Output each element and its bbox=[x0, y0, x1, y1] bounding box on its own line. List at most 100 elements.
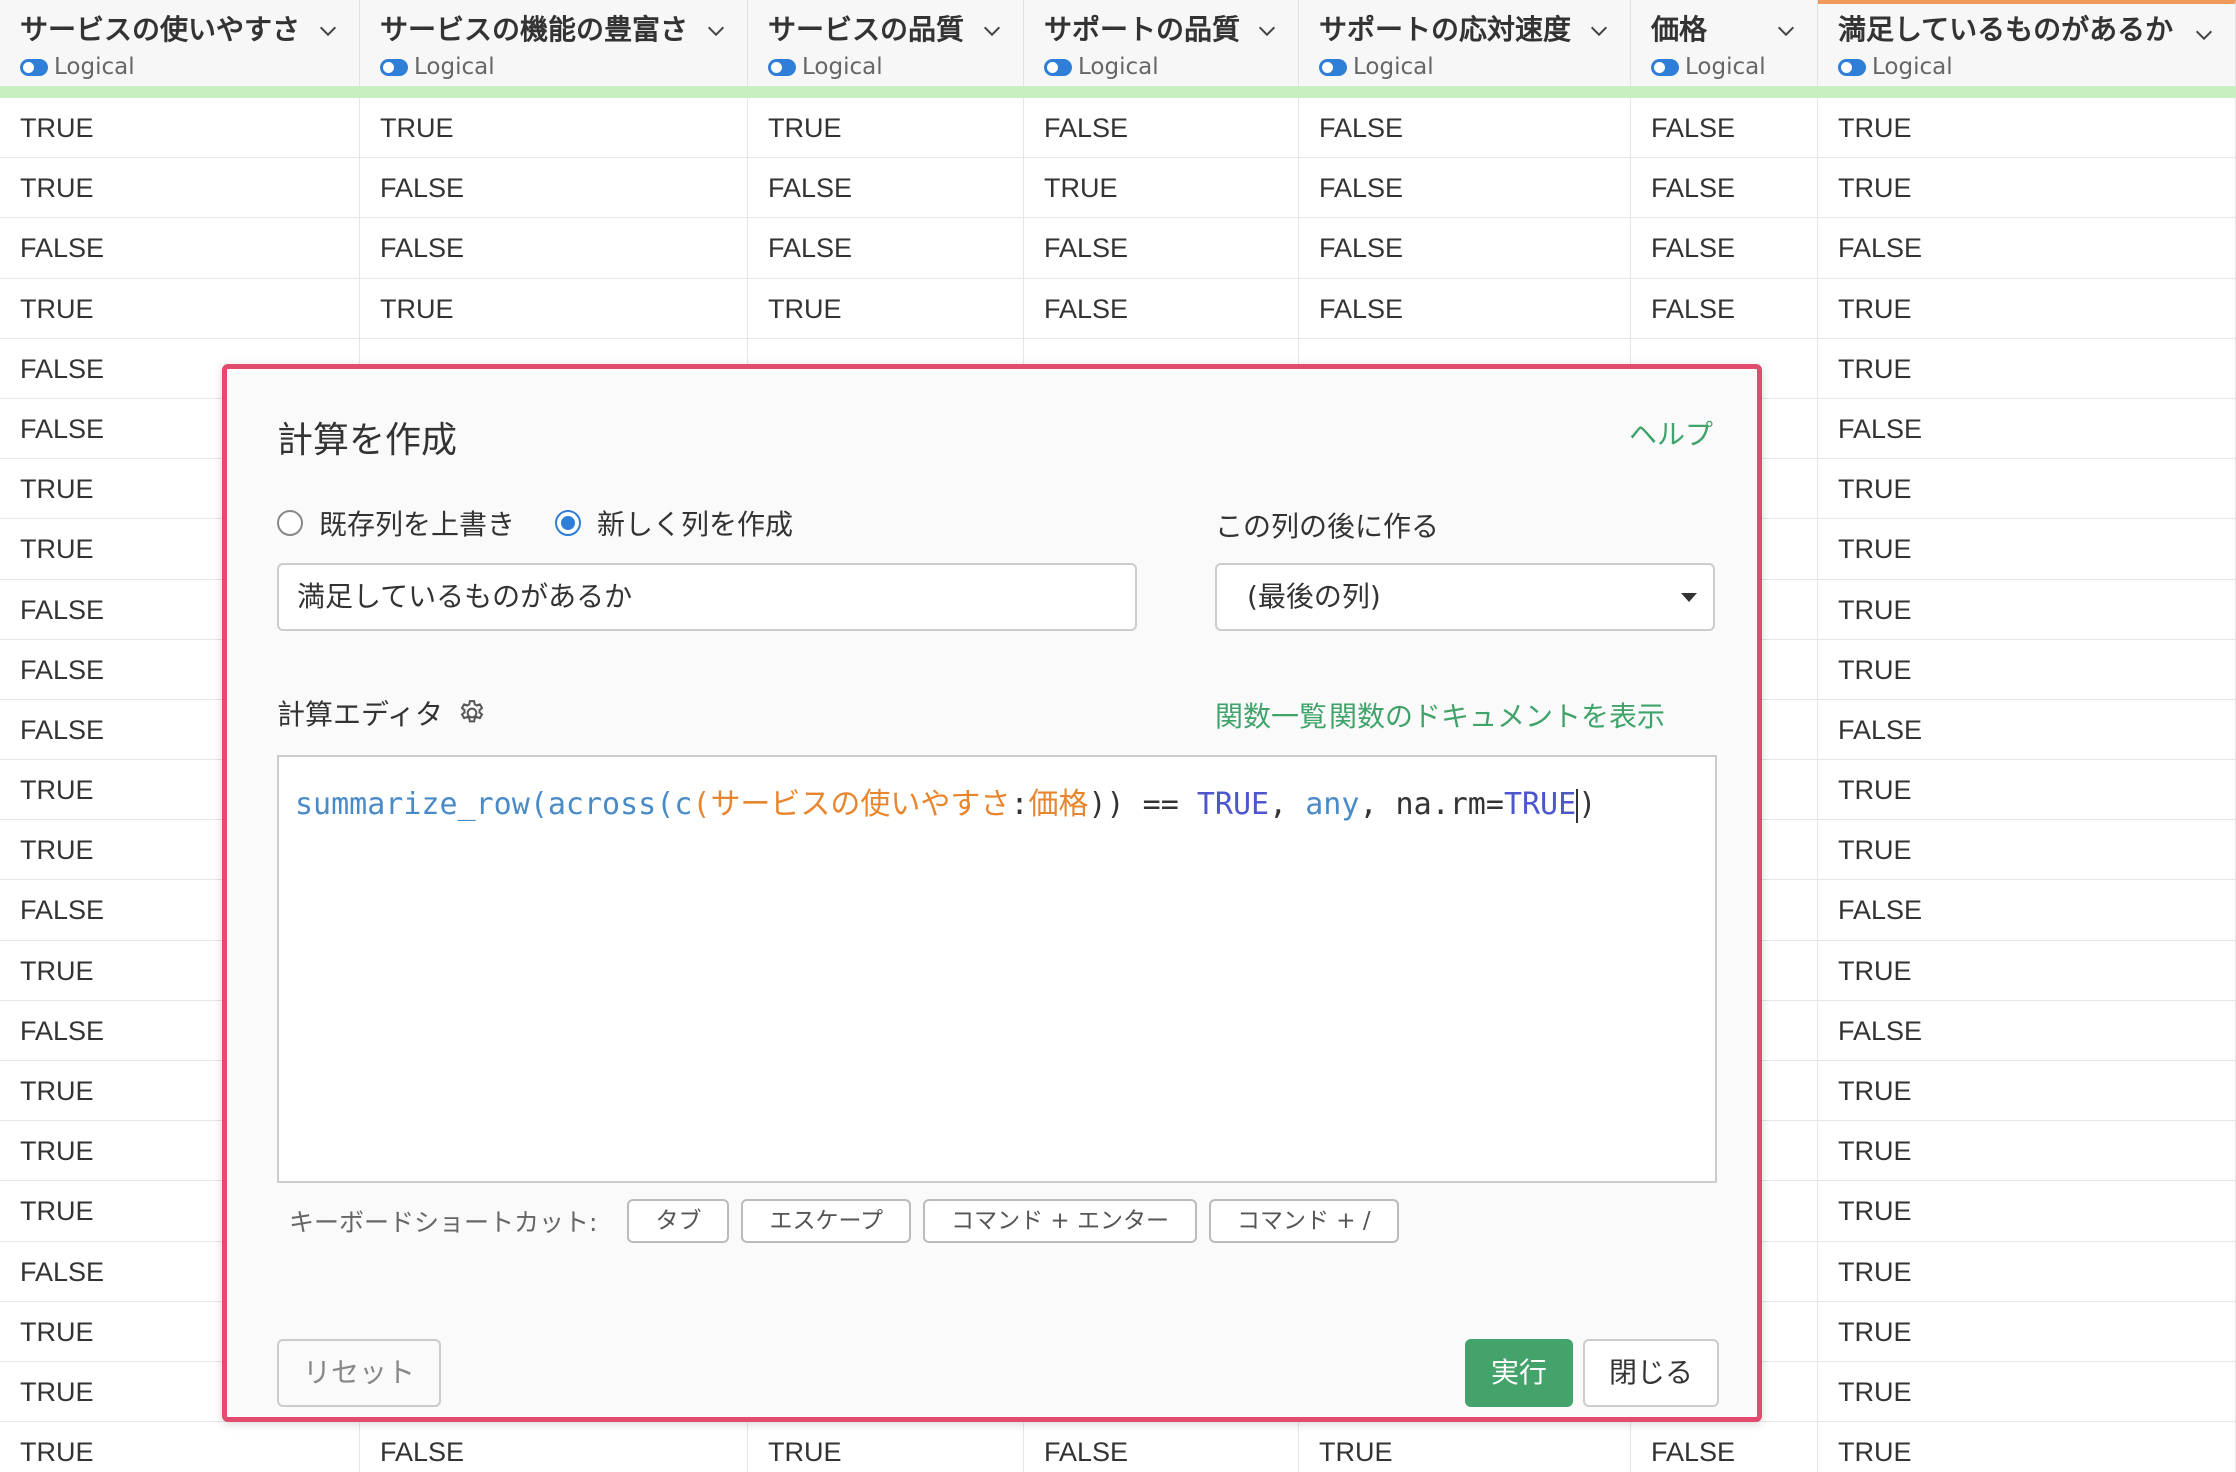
run-button[interactable]: 実行 bbox=[1465, 1339, 1573, 1407]
column-header[interactable]: サービスの品質 Logical bbox=[748, 0, 1024, 88]
table-cell[interactable]: FALSE bbox=[360, 158, 748, 219]
table-cell[interactable]: FALSE bbox=[0, 218, 360, 279]
column-header[interactable]: サービスの使いやすさ Logical bbox=[0, 0, 360, 88]
chevron-down-icon[interactable] bbox=[317, 20, 339, 42]
table-cell[interactable]: FALSE bbox=[1299, 158, 1631, 219]
gear-icon[interactable] bbox=[457, 698, 487, 728]
table-cell[interactable]: TRUE bbox=[748, 278, 1024, 339]
table-cell[interactable]: TRUE bbox=[1818, 1181, 2236, 1242]
column-header[interactable]: サービスの機能の豊富さ Logical bbox=[360, 0, 748, 88]
chevron-down-icon[interactable] bbox=[1588, 20, 1610, 42]
table-cell[interactable]: FALSE bbox=[1631, 218, 1818, 279]
table-cell[interactable]: FALSE bbox=[748, 218, 1024, 279]
caret-down-icon bbox=[1681, 593, 1697, 602]
column-header[interactable]: サポートの応対速度 Logical bbox=[1299, 0, 1631, 88]
new-column-radio-label[interactable]: 新しく列を作成 bbox=[597, 503, 793, 543]
table-cell[interactable]: TRUE bbox=[1818, 158, 2236, 219]
close-button[interactable]: 閉じる bbox=[1583, 1339, 1719, 1407]
column-type: Logical bbox=[768, 54, 1023, 80]
function-list-link[interactable]: 関数一覧 bbox=[1215, 695, 1327, 735]
table-cell[interactable]: FALSE bbox=[1024, 218, 1299, 279]
table-cell[interactable]: TRUE bbox=[0, 158, 360, 219]
table-cell[interactable]: FALSE bbox=[1299, 218, 1631, 279]
table-cell[interactable]: FALSE bbox=[1818, 398, 2236, 459]
table-cell[interactable]: TRUE bbox=[1818, 1361, 2236, 1422]
column-type: Logical bbox=[1044, 54, 1298, 80]
column-type: Logical bbox=[380, 54, 747, 80]
table-row: TRUE TRUE TRUE FALSE FALSE FALSE TRUE bbox=[0, 98, 2236, 159]
table-cell[interactable]: TRUE bbox=[1818, 1301, 2236, 1362]
table-cell[interactable]: TRUE bbox=[1299, 1422, 1631, 1472]
new-column-radio[interactable] bbox=[555, 510, 582, 536]
table-cell[interactable]: TRUE bbox=[1818, 820, 2236, 881]
table-cell[interactable]: FALSE bbox=[1024, 278, 1299, 339]
table-cell[interactable]: FALSE bbox=[1299, 98, 1631, 158]
table-cell[interactable]: TRUE bbox=[0, 1422, 360, 1472]
table-cell[interactable]: FALSE bbox=[1818, 1000, 2236, 1061]
table-cell[interactable]: FALSE bbox=[1818, 218, 2236, 279]
table-cell[interactable]: TRUE bbox=[1818, 639, 2236, 700]
table-cell[interactable]: FALSE bbox=[1631, 1422, 1818, 1472]
column-header[interactable]: サポートの品質 Logical bbox=[1024, 0, 1299, 88]
table-cell[interactable]: TRUE bbox=[1818, 1241, 2236, 1302]
table-cell[interactable]: FALSE bbox=[1631, 278, 1818, 339]
chevron-down-icon[interactable] bbox=[2193, 24, 2215, 46]
code-function: summarize_row bbox=[295, 787, 530, 822]
column-type-label: Logical bbox=[1872, 54, 1953, 80]
table-cell[interactable]: TRUE bbox=[748, 1422, 1024, 1472]
new-column-name-input[interactable]: 満足しているものがあるか bbox=[277, 563, 1137, 631]
function-docs-link[interactable]: 関数のドキュメントを表示 bbox=[1329, 695, 1665, 735]
table-cell[interactable]: TRUE bbox=[0, 98, 360, 158]
logical-type-icon bbox=[1319, 58, 1347, 76]
column-header[interactable]: 価格 Logical bbox=[1631, 0, 1818, 88]
code-function: c bbox=[674, 787, 693, 822]
insert-after-select[interactable]: (最後の列) bbox=[1215, 563, 1715, 631]
table-cell[interactable]: FALSE bbox=[748, 158, 1024, 219]
table-cell[interactable]: TRUE bbox=[1818, 1422, 2236, 1472]
help-link[interactable]: ヘルプ bbox=[1629, 413, 1713, 453]
table-row: FALSE FALSE FALSE FALSE FALSE FALSE FALSE bbox=[0, 218, 2236, 279]
table-cell[interactable]: TRUE bbox=[1818, 338, 2236, 399]
table-cell[interactable]: TRUE bbox=[1818, 760, 2236, 821]
chevron-down-icon[interactable] bbox=[981, 20, 1003, 42]
code-argument: , na.rm= bbox=[1359, 787, 1504, 822]
column-header[interactable]: 満足しているものがあるか Logical bbox=[1818, 0, 2236, 88]
table-cell[interactable]: TRUE bbox=[1818, 1121, 2236, 1182]
overwrite-radio-label[interactable]: 既存列を上書き bbox=[319, 503, 515, 543]
table-cell[interactable]: TRUE bbox=[1818, 519, 2236, 580]
table-cell[interactable]: FALSE bbox=[1024, 98, 1299, 158]
chevron-down-icon[interactable] bbox=[705, 20, 727, 42]
calculation-editor[interactable]: summarize_row(across(c(サービスの使いやすさ:価格)) =… bbox=[277, 755, 1717, 1183]
table-cell[interactable]: TRUE bbox=[1818, 278, 2236, 339]
table-cell[interactable]: TRUE bbox=[1024, 158, 1299, 219]
table-cell[interactable]: FALSE bbox=[1299, 278, 1631, 339]
column-type-label: Logical bbox=[1078, 54, 1159, 80]
table-cell[interactable]: FALSE bbox=[1818, 880, 2236, 941]
reset-button[interactable]: リセット bbox=[277, 1339, 441, 1407]
overwrite-radio[interactable] bbox=[277, 510, 303, 536]
table-cell[interactable]: TRUE bbox=[1818, 940, 2236, 1001]
table-cell[interactable]: TRUE bbox=[1818, 1061, 2236, 1121]
table-cell[interactable]: FALSE bbox=[360, 218, 748, 279]
logical-type-icon bbox=[1651, 58, 1679, 76]
column-type-label: Logical bbox=[414, 54, 495, 80]
logical-type-icon bbox=[380, 58, 408, 76]
table-cell[interactable]: FALSE bbox=[1024, 1422, 1299, 1472]
table-cell[interactable]: FALSE bbox=[360, 1422, 748, 1472]
shortcut-key: エスケープ bbox=[741, 1199, 912, 1243]
table-cell[interactable]: TRUE bbox=[360, 278, 748, 339]
chevron-down-icon[interactable] bbox=[1256, 20, 1278, 42]
table-cell[interactable]: TRUE bbox=[1818, 579, 2236, 640]
table-cell[interactable]: FALSE bbox=[1631, 158, 1818, 219]
table-cell[interactable]: TRUE bbox=[1818, 98, 2236, 158]
table-cell[interactable]: TRUE bbox=[360, 98, 748, 158]
table-cell[interactable]: TRUE bbox=[748, 98, 1024, 158]
table-cell[interactable]: FALSE bbox=[1631, 98, 1818, 158]
chevron-down-icon[interactable] bbox=[1775, 20, 1797, 42]
table-cell[interactable]: FALSE bbox=[1818, 699, 2236, 760]
code-function: any bbox=[1305, 787, 1360, 822]
table-cell[interactable]: TRUE bbox=[0, 278, 360, 339]
table-cell[interactable]: TRUE bbox=[1818, 459, 2236, 520]
code-paren: ( bbox=[656, 787, 675, 822]
table-row: TRUE TRUE TRUE FALSE FALSE FALSE TRUE bbox=[0, 278, 2236, 339]
